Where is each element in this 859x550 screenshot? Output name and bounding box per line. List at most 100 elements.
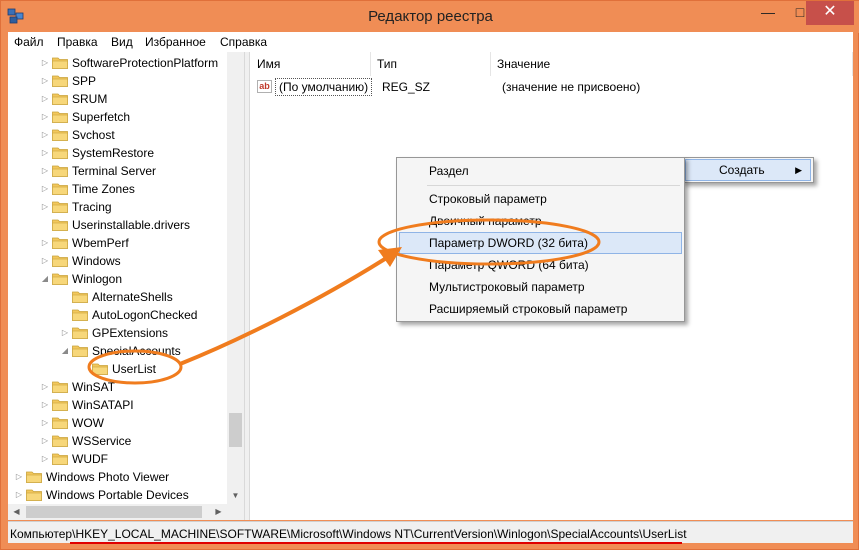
minimize-button[interactable]: — [753, 1, 783, 25]
status-bar: Компьютер\HKEY_LOCAL_MACHINE\SOFTWARE\Mi… [8, 521, 853, 544]
tree-item-label: SPP [72, 74, 97, 88]
menu-help[interactable]: Справка [220, 35, 267, 49]
tree-item[interactable]: ▷ WOW [40, 414, 244, 432]
expand-arrow-icon[interactable]: ▷ [40, 234, 50, 252]
collapse-arrow-icon[interactable]: ◢ [60, 342, 70, 360]
expand-arrow-icon[interactable]: ▷ [40, 252, 50, 270]
tree-horizontal-scrollbar[interactable]: ◀ ▶ [8, 504, 244, 520]
pane-splitter[interactable] [244, 52, 250, 520]
submenu-arrow-icon: ▶ [795, 165, 802, 175]
tree-item[interactable]: ▷ Tracing [40, 198, 244, 216]
tree-item[interactable]: UserList [80, 360, 244, 378]
menu-item-qword-value[interactable]: Параметр QWORD (64 бита) [399, 254, 682, 276]
scroll-down-arrow-icon[interactable]: ▼ [227, 487, 244, 504]
menu-item-expandable-string-value[interactable]: Расширяемый строковый параметр [399, 298, 682, 320]
tree-item[interactable]: ▷ Superfetch [40, 108, 244, 126]
folder-icon [72, 309, 88, 321]
tree-item[interactable]: ▷ WSService [40, 432, 244, 450]
tree-item[interactable]: AutoLogonChecked [60, 306, 244, 324]
expand-arrow-icon[interactable]: ▷ [60, 324, 70, 342]
tree-item[interactable]: ▷ SPP [40, 72, 244, 90]
menu-item-binary-value[interactable]: Двоичный параметр [399, 210, 682, 232]
expand-arrow-icon[interactable]: ▷ [40, 144, 50, 162]
tree-vertical-scrollbar[interactable]: ▼ [227, 52, 244, 504]
column-header-type[interactable]: Тип [371, 52, 491, 76]
tree-item-label: Windows Photo Viewer [46, 470, 170, 484]
menu-bar: Файл Правка Вид Избранное Справка [8, 32, 853, 52]
create-submenu: Раздел Строковый параметр Двоичный парам… [396, 157, 685, 322]
value-row[interactable]: ab (По умолчанию) REG_SZ (значение не пр… [255, 78, 845, 96]
tree-item[interactable]: ▷ Windows [40, 252, 244, 270]
tree-item-label: UserList [112, 362, 157, 376]
tree-item[interactable]: ▷ Svchost [40, 126, 244, 144]
folder-icon [26, 471, 42, 483]
tree-item[interactable]: ▷ SRUM [40, 90, 244, 108]
folder-icon [72, 291, 88, 303]
tree-item[interactable]: AlternateShells [60, 288, 244, 306]
tree-item[interactable]: ▷ Time Zones [40, 180, 244, 198]
menu-edit[interactable]: Правка [57, 35, 98, 49]
tree-item-label: AlternateShells [92, 290, 173, 304]
menu-favorites[interactable]: Избранное [145, 35, 206, 49]
collapse-arrow-icon[interactable]: ◢ [40, 270, 50, 288]
column-header-name[interactable]: Имя [251, 52, 371, 76]
expand-arrow-icon[interactable]: ▷ [40, 180, 50, 198]
expand-arrow-icon[interactable]: ▷ [40, 396, 50, 414]
expand-arrow-icon[interactable]: ▷ [40, 432, 50, 450]
tree-item[interactable]: ▷ WinSAT [40, 378, 244, 396]
scroll-right-arrow-icon[interactable]: ▶ [210, 504, 227, 520]
tree-item[interactable]: ▷ WinSATAPI [40, 396, 244, 414]
title-bar[interactable]: Редактор реестра — □ ✕ [1, 1, 859, 33]
tree-item-label: WOW [72, 416, 104, 430]
folder-icon [52, 237, 68, 249]
menu-item-dword-value[interactable]: Параметр DWORD (32 бита) [399, 232, 682, 254]
tree-item-label: Terminal Server [72, 164, 157, 178]
tree-item-label: Windows [72, 254, 121, 268]
folder-icon [52, 255, 68, 267]
tree-item[interactable]: ▷ SystemRestore [40, 144, 244, 162]
menu-item-key[interactable]: Раздел [399, 160, 682, 182]
tree-item[interactable]: ▷ WbemPerf [40, 234, 244, 252]
expand-arrow-icon[interactable]: ▷ [40, 198, 50, 216]
expand-arrow-icon[interactable]: ▷ [40, 90, 50, 108]
column-header-data[interactable]: Значение [491, 52, 853, 76]
menu-item-create[interactable]: Создать ▶ [685, 159, 811, 181]
folder-icon [52, 417, 68, 429]
tree-item[interactable]: ▷ Terminal Server [40, 162, 244, 180]
menu-item-string-value[interactable]: Строковый параметр [399, 188, 682, 210]
expand-arrow-icon[interactable]: ▷ [40, 378, 50, 396]
expand-arrow-icon[interactable]: ▷ [40, 414, 50, 432]
expand-arrow-icon[interactable]: ▷ [40, 162, 50, 180]
tree-hscroll-thumb[interactable] [26, 506, 202, 518]
folder-icon [52, 147, 68, 159]
folder-icon [52, 75, 68, 87]
scroll-left-arrow-icon[interactable]: ◀ [8, 504, 25, 520]
tree-scroll-thumb[interactable] [229, 413, 242, 447]
tree-item[interactable]: ◢ SpecialAccounts [60, 342, 244, 360]
folder-icon [52, 129, 68, 141]
close-button[interactable]: ✕ [806, 1, 854, 25]
tree-item[interactable]: ▷ WUDF [40, 450, 244, 468]
tree-item[interactable]: ▷ Windows Portable Devices [14, 486, 234, 504]
expand-arrow-icon[interactable]: ▷ [40, 54, 50, 72]
tree-item[interactable]: ▷ GPExtensions [60, 324, 244, 342]
menu-item-multi-string-value[interactable]: Мультистроковый параметр [399, 276, 682, 298]
expand-arrow-icon[interactable]: ▷ [40, 72, 50, 90]
tree-item[interactable]: ▷ Windows Photo Viewer [14, 468, 234, 486]
expand-arrow-icon[interactable]: ▷ [14, 486, 24, 504]
tree-item-label: Superfetch [72, 110, 131, 124]
tree-item[interactable]: Userinstallable.drivers [40, 216, 244, 234]
tree-item[interactable]: ◢ Winlogon [40, 270, 244, 288]
folder-icon [52, 183, 68, 195]
expand-arrow-icon[interactable]: ▷ [40, 450, 50, 468]
folder-icon [92, 363, 108, 375]
expand-arrow-icon[interactable]: ▷ [14, 468, 24, 486]
menu-view[interactable]: Вид [111, 35, 133, 49]
menu-file[interactable]: Файл [14, 35, 44, 49]
tree-item[interactable]: ▷ SoftwareProtectionPlatform [40, 54, 244, 72]
expand-arrow-icon[interactable]: ▷ [40, 126, 50, 144]
status-path: Компьютер\HKEY_LOCAL_MACHINE\SOFTWARE\Mi… [10, 527, 687, 541]
folder-icon [72, 327, 88, 339]
menu-separator [427, 185, 680, 186]
expand-arrow-icon[interactable]: ▷ [40, 108, 50, 126]
